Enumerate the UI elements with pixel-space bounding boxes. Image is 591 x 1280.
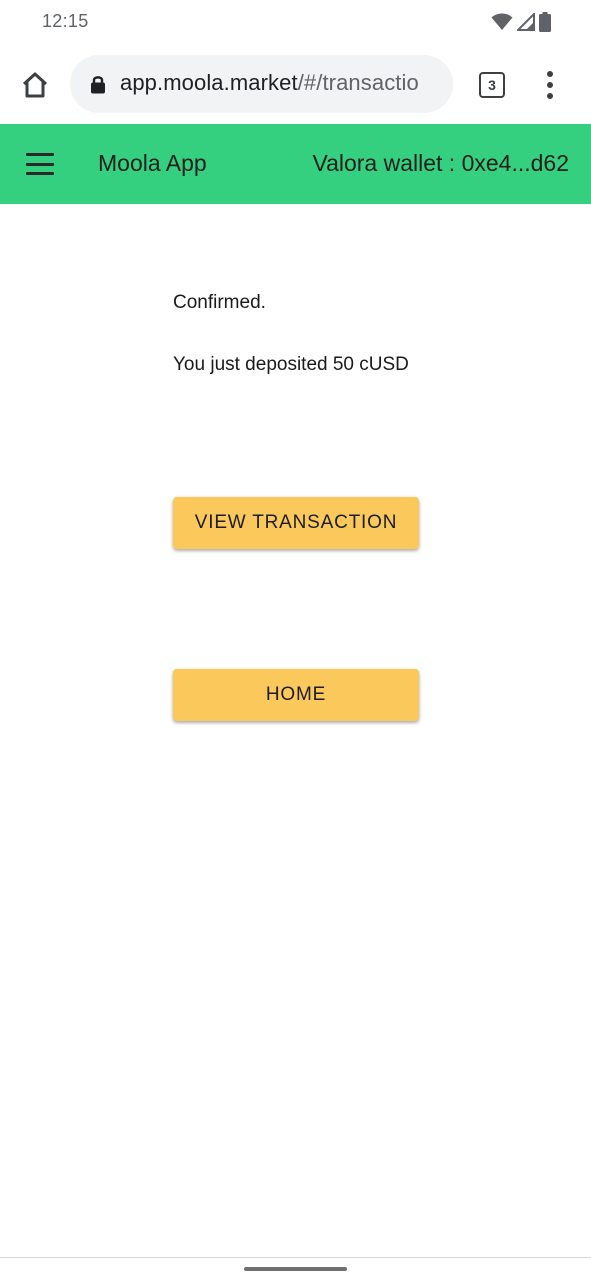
tab-count: 3 bbox=[488, 77, 496, 93]
status-bar: 12:15 bbox=[0, 0, 591, 44]
status-icons bbox=[491, 12, 551, 32]
more-vert-icon[interactable] bbox=[540, 68, 560, 102]
battery-icon bbox=[539, 12, 551, 32]
url-text: app.moola.market/#/transactio bbox=[120, 70, 419, 96]
home-button[interactable]: HOME bbox=[173, 669, 419, 721]
tab-switcher-button[interactable]: 3 bbox=[479, 72, 505, 98]
wallet-label[interactable]: Valora wallet : 0xe4...d62 bbox=[312, 150, 569, 177]
browser-home-button[interactable] bbox=[18, 68, 52, 102]
url-host: app.moola.market bbox=[120, 70, 298, 95]
deposit-message: You just deposited 50 cUSD bbox=[173, 354, 409, 375]
app-header: Moola App Valora wallet : 0xe4...d62 bbox=[0, 124, 591, 204]
page: 12:15 app.moola.market/#/transactio 3 Mo… bbox=[0, 0, 591, 1280]
url-path: /#/transactio bbox=[297, 70, 419, 95]
gesture-handle[interactable] bbox=[244, 1267, 347, 1271]
hamburger-menu-icon[interactable] bbox=[26, 153, 54, 175]
confirmed-message: Confirmed. bbox=[173, 292, 266, 313]
browser-toolbar: app.moola.market/#/transactio 3 bbox=[0, 44, 591, 124]
signal-icon bbox=[517, 13, 535, 31]
app-title: Moola App bbox=[98, 150, 207, 176]
wifi-icon bbox=[491, 13, 513, 30]
bottom-divider bbox=[0, 1257, 591, 1258]
lock-icon bbox=[91, 76, 105, 94]
address-bar[interactable]: app.moola.market/#/transactio bbox=[70, 55, 453, 113]
view-transaction-button[interactable]: VIEW TRANSACTION bbox=[173, 497, 419, 549]
home-icon bbox=[22, 72, 48, 98]
status-time: 12:15 bbox=[42, 11, 89, 31]
